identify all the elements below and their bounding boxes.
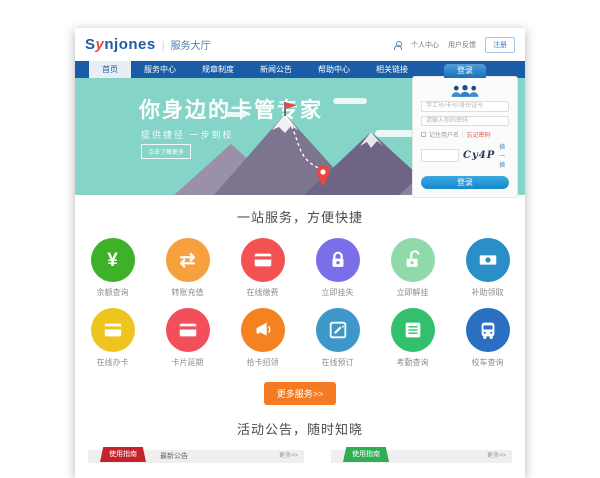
guide-panel-2-header: 使用指南 更多>>	[331, 450, 512, 463]
service-lock[interactable]: 立即挂失	[300, 238, 375, 298]
service-label: 余额查询	[97, 287, 129, 298]
service-subsidy[interactable]: 补助领取	[450, 238, 525, 298]
guide-panel-body	[88, 463, 304, 472]
guide-panel-2: 使用指南 更多>>	[331, 450, 512, 472]
unlock-icon[interactable]	[391, 238, 435, 282]
yen-glyph: ¥	[107, 251, 118, 270]
services-section: 一站服务，方便快捷 ¥ 余额查询 ⇄ 转账充值 在线缴费 立即挂失	[75, 195, 525, 405]
services-grid: ¥ 余额查询 ⇄ 转账充值 在线缴费 立即挂失	[75, 238, 525, 378]
yen-icon[interactable]: ¥	[91, 238, 135, 282]
personal-center-link[interactable]: 个人中心	[411, 40, 439, 50]
service-school-bus[interactable]: 校车查询	[450, 308, 525, 368]
transfer-arrows-icon[interactable]: ⇄	[166, 238, 210, 282]
service-label: 卡片延期	[172, 357, 204, 368]
services-title: 一站服务，方便快捷	[75, 207, 525, 226]
announcement-panels: 使用指南 最新公告 更多>> 使用指南 更多>>	[75, 450, 525, 472]
feedback-link[interactable]: 用户反馈	[448, 40, 476, 50]
bus-icon[interactable]	[466, 308, 510, 352]
nav-item-service-center[interactable]: 服务中心	[131, 61, 189, 78]
top-bar: Synjones | 服务大厅 个人中心 用户反馈 注册	[75, 28, 525, 61]
service-label: 转账充值	[172, 287, 204, 298]
nav-item-rules[interactable]: 规章制度	[189, 61, 247, 78]
lock-icon[interactable]	[316, 238, 360, 282]
service-label: 在线办卡	[97, 357, 129, 368]
login-panel: 登录 记住用户名 | 忘记密码 Cy4P 换一换 登录	[412, 76, 518, 198]
nav-item-home[interactable]: 首页	[89, 61, 131, 78]
guide-tab[interactable]: 使用指南	[100, 447, 146, 462]
service-label: 拾卡招领	[247, 357, 279, 368]
service-card-renew[interactable]: 卡片延期	[150, 308, 225, 368]
service-label: 在线预订	[322, 357, 354, 368]
site-name: 服务大厅	[171, 37, 211, 52]
more-services-button[interactable]: 更多服务>>	[264, 382, 337, 405]
nav-item-help[interactable]: 帮助中心	[305, 61, 363, 78]
service-label: 补助领取	[472, 287, 504, 298]
service-label: 立即挂失	[322, 287, 354, 298]
register-button[interactable]: 注册	[485, 37, 515, 53]
logo-divider: |	[162, 40, 165, 52]
service-label: 校车查询	[472, 357, 504, 368]
guide-tab-2[interactable]: 使用指南	[343, 447, 389, 462]
username-input[interactable]	[421, 101, 509, 112]
announcements-section: 活动公告，随时知晓 使用指南 最新公告 更多>> 使用指南 更多>>	[75, 419, 525, 478]
banknote-icon[interactable]	[466, 238, 510, 282]
captcha-input[interactable]	[421, 149, 459, 162]
service-booking[interactable]: 在线预订	[300, 308, 375, 368]
logo-text: Synjones	[85, 36, 156, 53]
list-icon[interactable]	[391, 308, 435, 352]
service-label: 考勤查询	[397, 357, 429, 368]
remember-row: 记住用户名 | 忘记密码	[421, 130, 509, 139]
edit-icon[interactable]	[316, 308, 360, 352]
password-input[interactable]	[421, 116, 509, 127]
captcha-refresh-link[interactable]: 换一换	[499, 142, 509, 169]
announcements-title: 活动公告，随时知晓	[75, 419, 525, 438]
service-lost-found[interactable]: 拾卡招领	[225, 308, 300, 368]
service-pay[interactable]: 在线缴费	[225, 238, 300, 298]
service-label: 立即解挂	[397, 287, 429, 298]
more-link[interactable]: 更多>>	[487, 450, 506, 463]
guide-panel-header: 使用指南 最新公告 更多>>	[88, 450, 304, 463]
card-icon[interactable]	[91, 308, 135, 352]
user-icon	[394, 41, 402, 49]
login-button[interactable]: 登录	[421, 176, 509, 189]
card-icon[interactable]	[241, 238, 285, 282]
service-label: 在线缴费	[247, 287, 279, 298]
megaphone-icon[interactable]	[241, 308, 285, 352]
service-transfer[interactable]: ⇄ 转账充值	[150, 238, 225, 298]
card-icon[interactable]	[166, 308, 210, 352]
guide-panel-2-body	[331, 463, 512, 472]
service-apply-card[interactable]: 在线办卡	[75, 308, 150, 368]
top-links: 个人中心 用户反馈 注册	[394, 37, 515, 53]
forgot-password-link[interactable]: 忘记密码	[467, 130, 491, 139]
captcha-row: Cy4P 换一换	[421, 142, 509, 169]
login-tab[interactable]: 登录	[444, 64, 486, 78]
more-link[interactable]: 更多>>	[279, 450, 298, 463]
service-unlock[interactable]: 立即解挂	[375, 238, 450, 298]
guide-panel: 使用指南 最新公告 更多>>	[88, 450, 304, 472]
nav-item-news[interactable]: 新闻公告	[247, 61, 305, 78]
logo[interactable]: Synjones | 服务大厅	[85, 36, 211, 53]
nav-item-links[interactable]: 相关链接	[363, 61, 421, 78]
latest-news-tab[interactable]: 最新公告	[160, 450, 188, 463]
remember-label: 记住用户名	[429, 130, 459, 139]
site-container: Synjones | 服务大厅 个人中心 用户反馈 注册 首页 服务中心 规章制…	[75, 28, 525, 478]
users-group-icon	[446, 85, 484, 97]
arrows-glyph: ⇄	[180, 251, 196, 270]
captcha-image: Cy4P	[463, 150, 495, 161]
remember-checkbox[interactable]	[421, 132, 426, 137]
separator: |	[462, 132, 464, 138]
service-balance[interactable]: ¥ 余额查询	[75, 238, 150, 298]
service-attendance[interactable]: 考勤查询	[375, 308, 450, 368]
